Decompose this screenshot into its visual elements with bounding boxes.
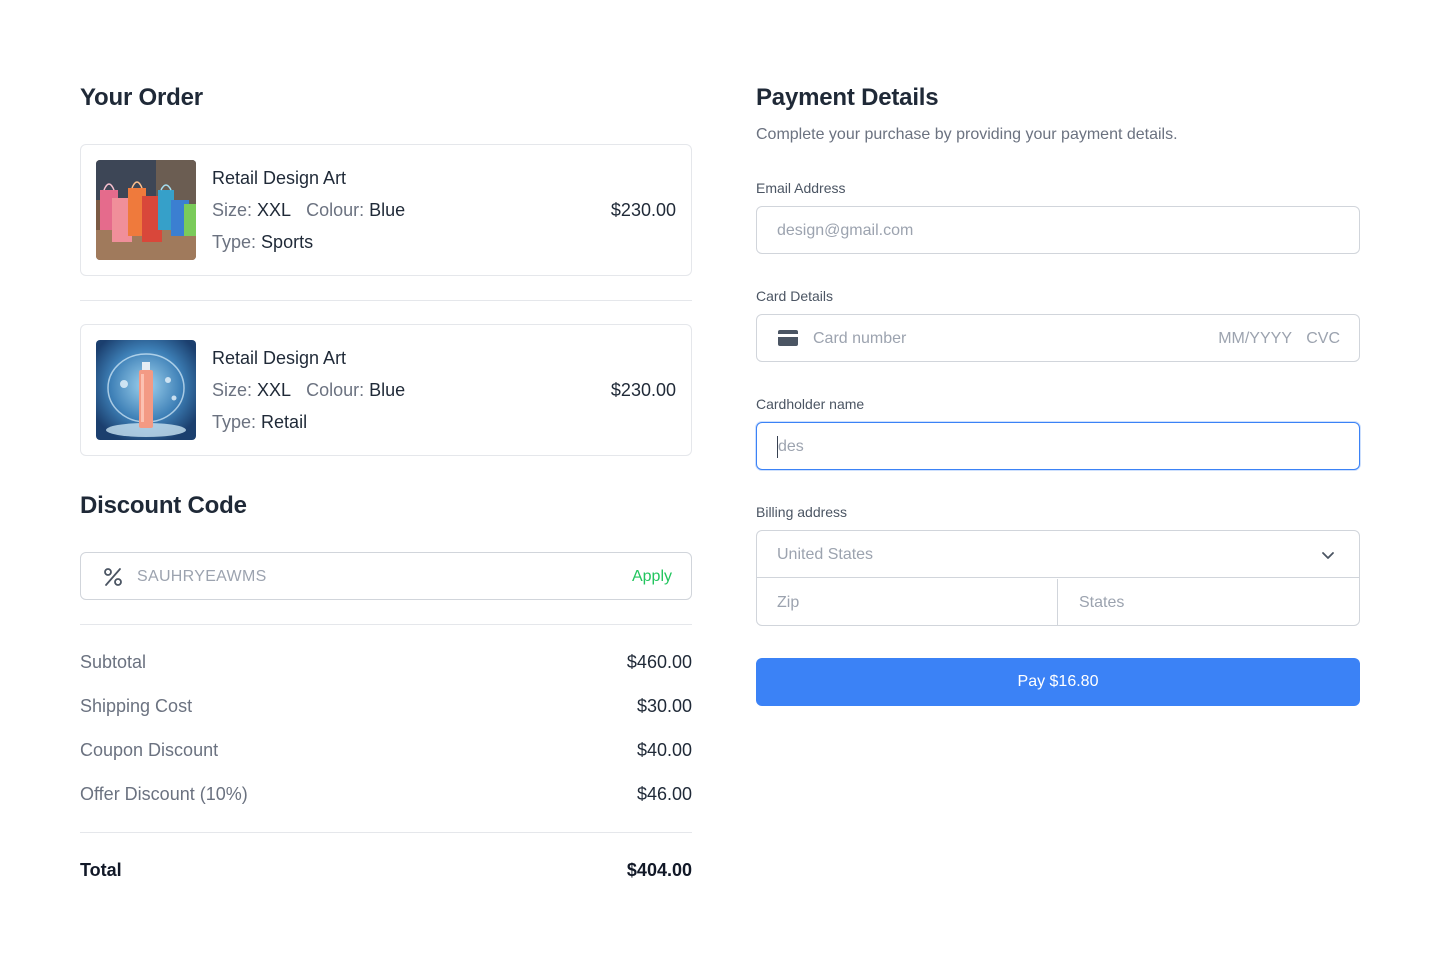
- payment-subtitle: Complete your purchase by providing your…: [756, 126, 1178, 143]
- zip-placeholder: Zip: [777, 594, 800, 611]
- order-item: Retail Design Art Size: XXL Colour: Blue…: [80, 324, 692, 456]
- size-value: XXL: [257, 200, 292, 220]
- colour-label: Colour:: [306, 200, 365, 220]
- summary-label: Shipping Cost: [80, 696, 193, 716]
- email-label: Email Address: [756, 180, 846, 196]
- email-field[interactable]: design@gmail.com: [756, 206, 1360, 254]
- discount-code-value: SAUHRYEAWMS: [137, 568, 267, 585]
- summary-value: $460.00: [626, 652, 692, 672]
- credit-card-icon: [778, 329, 798, 347]
- colour-value: Blue: [369, 200, 406, 220]
- summary-label: Offer Discount (10%): [80, 784, 248, 804]
- item-attributes: Size: XXL Colour: Blue: [212, 200, 405, 221]
- item-name: Retail Design Art: [212, 348, 347, 368]
- colour-value: Blue: [369, 380, 406, 400]
- zip-field[interactable]: Zip: [757, 579, 1058, 625]
- size-value: XXL: [257, 380, 292, 400]
- colour-label: Colour:: [306, 380, 365, 400]
- cardholder-label: Cardholder name: [756, 396, 865, 412]
- type-label: Type:: [212, 412, 257, 432]
- product-image-shopping-bags: [96, 160, 196, 260]
- card-expiry-field[interactable]: MM/YYYY: [1218, 330, 1292, 348]
- item-name: Retail Design Art: [212, 168, 347, 188]
- billing-label: Billing address: [756, 504, 848, 520]
- pay-button[interactable]: Pay $16.80: [756, 658, 1360, 706]
- size-label: Size:: [212, 200, 253, 220]
- state-placeholder: States: [1079, 594, 1125, 611]
- product-image-perfume: [96, 340, 196, 440]
- summary-value: $46.00: [636, 784, 692, 804]
- summary-value: $30.00: [636, 696, 692, 716]
- type-value: Retail: [261, 412, 308, 432]
- payment-title: Payment Details: [756, 84, 939, 111]
- order-title: Your Order: [80, 84, 203, 111]
- size-label: Size:: [212, 380, 253, 400]
- country-value: United States: [777, 546, 874, 563]
- divider: [80, 300, 692, 301]
- divider: [80, 624, 692, 625]
- cardholder-name-value: des: [778, 438, 804, 455]
- item-type: Type: Retail: [212, 412, 307, 433]
- cardholder-name-field[interactable]: des: [756, 422, 1360, 470]
- billing-address-group: United States Zip States: [756, 530, 1360, 626]
- discount-title: Discount Code: [80, 492, 247, 519]
- item-price: $230.00: [610, 380, 676, 400]
- summary-label: Coupon Discount: [80, 740, 219, 760]
- discount-code-input[interactable]: SAUHRYEAWMS Apply: [80, 552, 692, 600]
- apply-button[interactable]: Apply: [632, 568, 672, 586]
- country-select[interactable]: United States: [757, 531, 1359, 578]
- percent-icon: [102, 566, 124, 588]
- chevron-down-icon: [1321, 548, 1335, 559]
- divider: [80, 832, 692, 833]
- card-number-placeholder: Card number: [813, 330, 907, 347]
- state-field[interactable]: States: [1059, 579, 1359, 625]
- item-attributes: Size: XXL Colour: Blue: [212, 380, 405, 401]
- type-value: Sports: [261, 232, 314, 252]
- summary-label: Subtotal: [80, 652, 147, 672]
- card-number-field[interactable]: Card number MM/YYYY CVC: [756, 314, 1360, 362]
- item-price: $230.00: [610, 200, 676, 220]
- order-item: Retail Design Art Size: XXL Colour: Blue…: [80, 144, 692, 276]
- card-details-label: Card Details: [756, 288, 834, 304]
- card-cvc-field[interactable]: CVC: [1306, 330, 1340, 348]
- total-value: $404.00: [626, 860, 692, 880]
- email-placeholder: design@gmail.com: [777, 222, 914, 239]
- type-label: Type:: [212, 232, 257, 252]
- summary-value: $40.00: [636, 740, 692, 760]
- item-type: Type: Sports: [212, 232, 313, 253]
- total-label: Total: [80, 860, 122, 880]
